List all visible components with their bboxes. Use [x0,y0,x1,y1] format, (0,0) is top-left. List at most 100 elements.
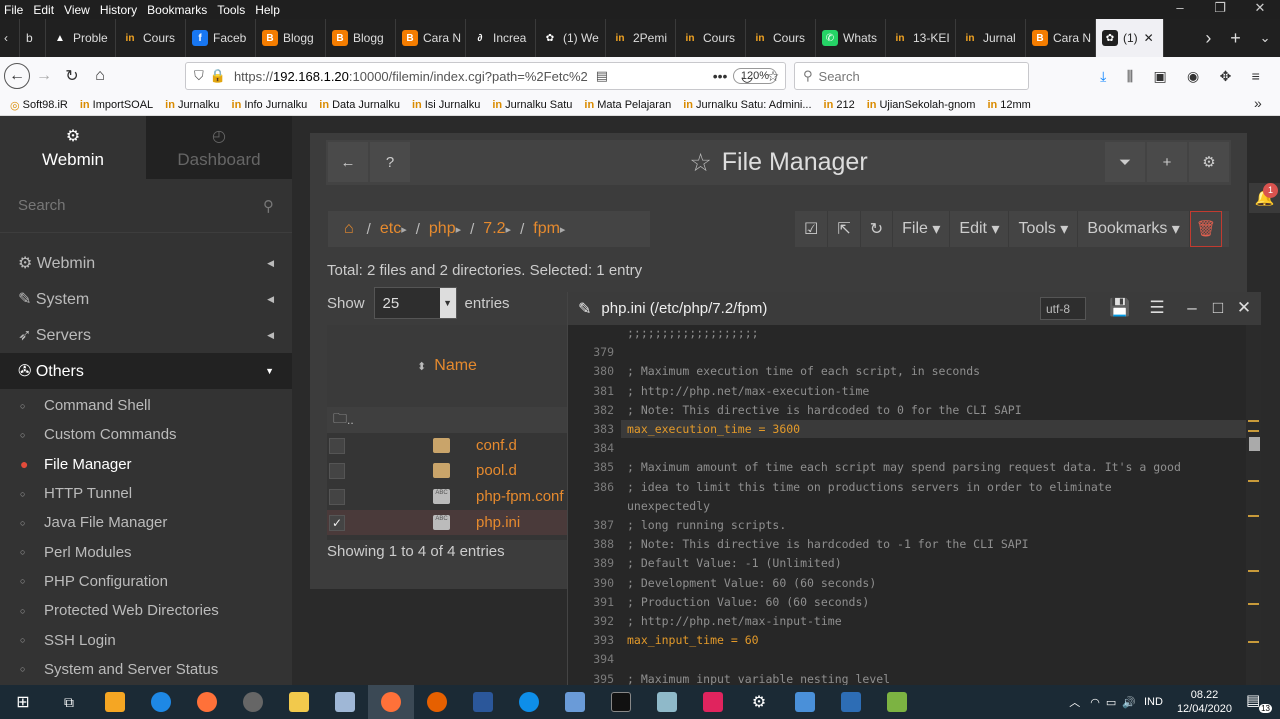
browser-tab[interactable]: ✿ (1) We [536,19,606,57]
taskbar-sticky-notes[interactable] [92,685,138,719]
bookmark-item[interactable]: in Jurnalku Satu: Admini... [683,99,811,111]
file-menu[interactable]: File ▾ [893,211,951,247]
scroll-tabs-right-icon[interactable]: › [1205,28,1211,49]
bookmark-item[interactable]: in Mata Pelajaran [584,99,671,111]
table-row[interactable]: conf.d [327,433,567,458]
caret-right-icon[interactable]: ▸ [506,223,512,236]
search-bar[interactable]: ⚲ Search [794,62,1029,90]
sidebar-item-php-configuration[interactable]: ○ PHP Configuration [0,567,292,596]
sidebar-item-file-manager[interactable]: ● File Manager [0,450,292,479]
start-button[interactable]: ⊞ [0,685,46,719]
row-checkbox[interactable]: ✓ [329,514,345,531]
action-center-icon[interactable]: ▤ 13 [1246,691,1272,713]
drive-icon[interactable]: ⌂ [344,220,354,238]
menu-icon[interactable]: ☰ [1145,296,1169,320]
sidebar-icon[interactable]: ▣ [1153,68,1166,85]
more-bookmarks-icon[interactable]: » [1254,95,1274,115]
reader-view-icon[interactable]: ▤ [596,68,608,84]
browser-tab[interactable]: f Faceb [186,19,256,57]
select-all-icon[interactable]: ☑ [795,211,829,247]
save-icon[interactable]: 💾 [1108,296,1132,320]
refresh-icon[interactable]: ↻ [861,211,894,247]
tab-dashboard[interactable]: ◴ Dashboard [146,116,292,179]
taskbar-settings[interactable]: ⚙ [736,685,782,719]
code-editor[interactable]: ;;;;;;;;;;;;;;;;;;; 379 380 ; Maximum execu… [568,325,1246,685]
sidebar-search-input[interactable]: Search ⚲ [0,179,292,233]
trash-icon[interactable]: 🗑 [1189,211,1222,247]
code-line[interactable]: ; Maximum input variable nesting level [627,672,890,685]
browser-tab[interactable]: in Cours [676,19,746,57]
code-line[interactable]: unexpectedly [627,499,710,513]
sidebar-item-java-file-manager[interactable]: ○ Java File Manager [0,508,292,537]
close-icon[interactable]: ✕ [1232,296,1256,320]
browser-tab[interactable]: in 13-KEI [886,19,956,57]
browser-tab[interactable]: ✿ (1) ✕ [1096,19,1164,57]
bookmark-item[interactable]: in Jurnalku Satu [492,99,572,111]
taskbar-edge[interactable] [138,685,184,719]
task-view-button[interactable]: ⧉ [46,685,92,719]
editor-scrollbar[interactable] [1246,325,1261,685]
taskbar-control-panel[interactable] [782,685,828,719]
table-row[interactable]: ABC php-fpm.conf [327,484,567,509]
caret-right-icon[interactable]: ▸ [560,223,566,236]
home-button[interactable]: ⌂ [86,62,114,90]
breadcrumb-item[interactable]: 7.2 [483,220,505,238]
code-line[interactable]: ; Default Value: -1 (Unlimited) [627,556,842,570]
sidebar-item-command-shell[interactable]: ○ Command Shell [0,391,292,420]
star-icon[interactable]: ☆ [689,148,711,178]
volume-icon[interactable]: 🔊 [1122,696,1136,709]
browser-tab[interactable]: B Cara N [1026,19,1096,57]
menu-tools[interactable]: Tools [217,3,245,17]
filter-icon[interactable]: ⏷ [1105,142,1145,182]
new-tab-button[interactable]: + [1230,28,1241,49]
browser-tab[interactable]: B Cara N [396,19,466,57]
sidebar-item-custom-commands[interactable]: ○ Custom Commands [0,420,292,449]
code-line[interactable]: ; Production Value: 60 (60 seconds) [627,595,869,609]
extensions-icon[interactable]: ✥ [1220,68,1232,85]
browser-tab[interactable]: in Cours [746,19,816,57]
file-name-link[interactable]: pool.d [476,462,517,479]
code-line[interactable]: ; long running scripts. [627,518,786,532]
bookmark-item[interactable]: in Isi Jurnalku [412,99,480,111]
shield-icon[interactable]: ⛉ [194,68,204,84]
tab-webmin[interactable]: ⚙ Webmin [0,116,146,179]
clock[interactable]: 08.22 12/04/2020 [1177,688,1232,716]
taskbar-window[interactable] [828,685,874,719]
back-icon[interactable]: ← [328,142,368,182]
breadcrumb-item[interactable]: etc [380,220,401,238]
browser-tab[interactable]: in 2Pemi [606,19,676,57]
table-row[interactable]: ✓ ABC php.ini [327,510,567,535]
menu-view[interactable]: View [64,3,90,17]
file-name-link[interactable]: conf.d [476,437,517,454]
code-line[interactable]: max_execution_time = 3600 [627,422,800,436]
sidebar-category-others[interactable]: ✇ Others ▼ [0,353,292,389]
taskbar-tool[interactable] [644,685,690,719]
bookmark-star-icon[interactable]: ☆ [767,68,780,85]
sidebar-category-servers[interactable]: ➶ Servers ◀ [0,317,292,353]
sidebar-category-webmin[interactable]: ⚙ Webmin ◀ [0,245,292,281]
bookmark-item[interactable]: in UjianSekolah-gnom [867,99,976,111]
scroll-tabs-left-icon[interactable]: ‹ [0,19,20,57]
url-bar[interactable]: ⛉ 🔒 https://192.168.1.20:10000/filemin/i… [185,62,786,90]
minimize-button[interactable]: – [1160,0,1200,19]
name-column-header[interactable]: ⬍ Name [327,325,567,407]
list-tabs-icon[interactable]: ⌄ [1260,30,1271,46]
sidebar-item-perl-modules[interactable]: ○ Perl Modules [0,537,292,566]
sidebar-item-http-tunnel[interactable]: ○ HTTP Tunnel [0,479,292,508]
encoding-select[interactable]: utf-8 [1040,297,1086,320]
code-line[interactable]: ; Note: This directive is hardcoded to -… [627,537,1029,551]
sidebar-category-system[interactable]: ✎ System ◀ [0,281,292,317]
code-line[interactable]: ; Note: This directive is hardcoded to 0… [627,403,1022,417]
bookmarks-menu[interactable]: Bookmarks ▾ [1078,211,1190,247]
maximize-icon[interactable]: □ [1206,296,1230,320]
taskbar-firefox[interactable] [184,685,230,719]
bookmark-item[interactable]: ◎ Soft98.iR [10,99,68,112]
pocket-icon[interactable]: ◡ [741,68,753,85]
taskbar-app-red[interactable] [690,685,736,719]
code-line[interactable]: ; Development Value: 60 (60 seconds) [627,576,876,590]
code-line[interactable]: ; Maximum execution time of each script,… [627,364,980,378]
open-new-icon[interactable]: ⇱ [828,211,861,247]
lock-warning-icon[interactable]: 🔒 [210,68,226,84]
file-name-link[interactable]: php.ini [476,514,520,531]
bookmark-item[interactable]: in 212 [824,99,855,111]
